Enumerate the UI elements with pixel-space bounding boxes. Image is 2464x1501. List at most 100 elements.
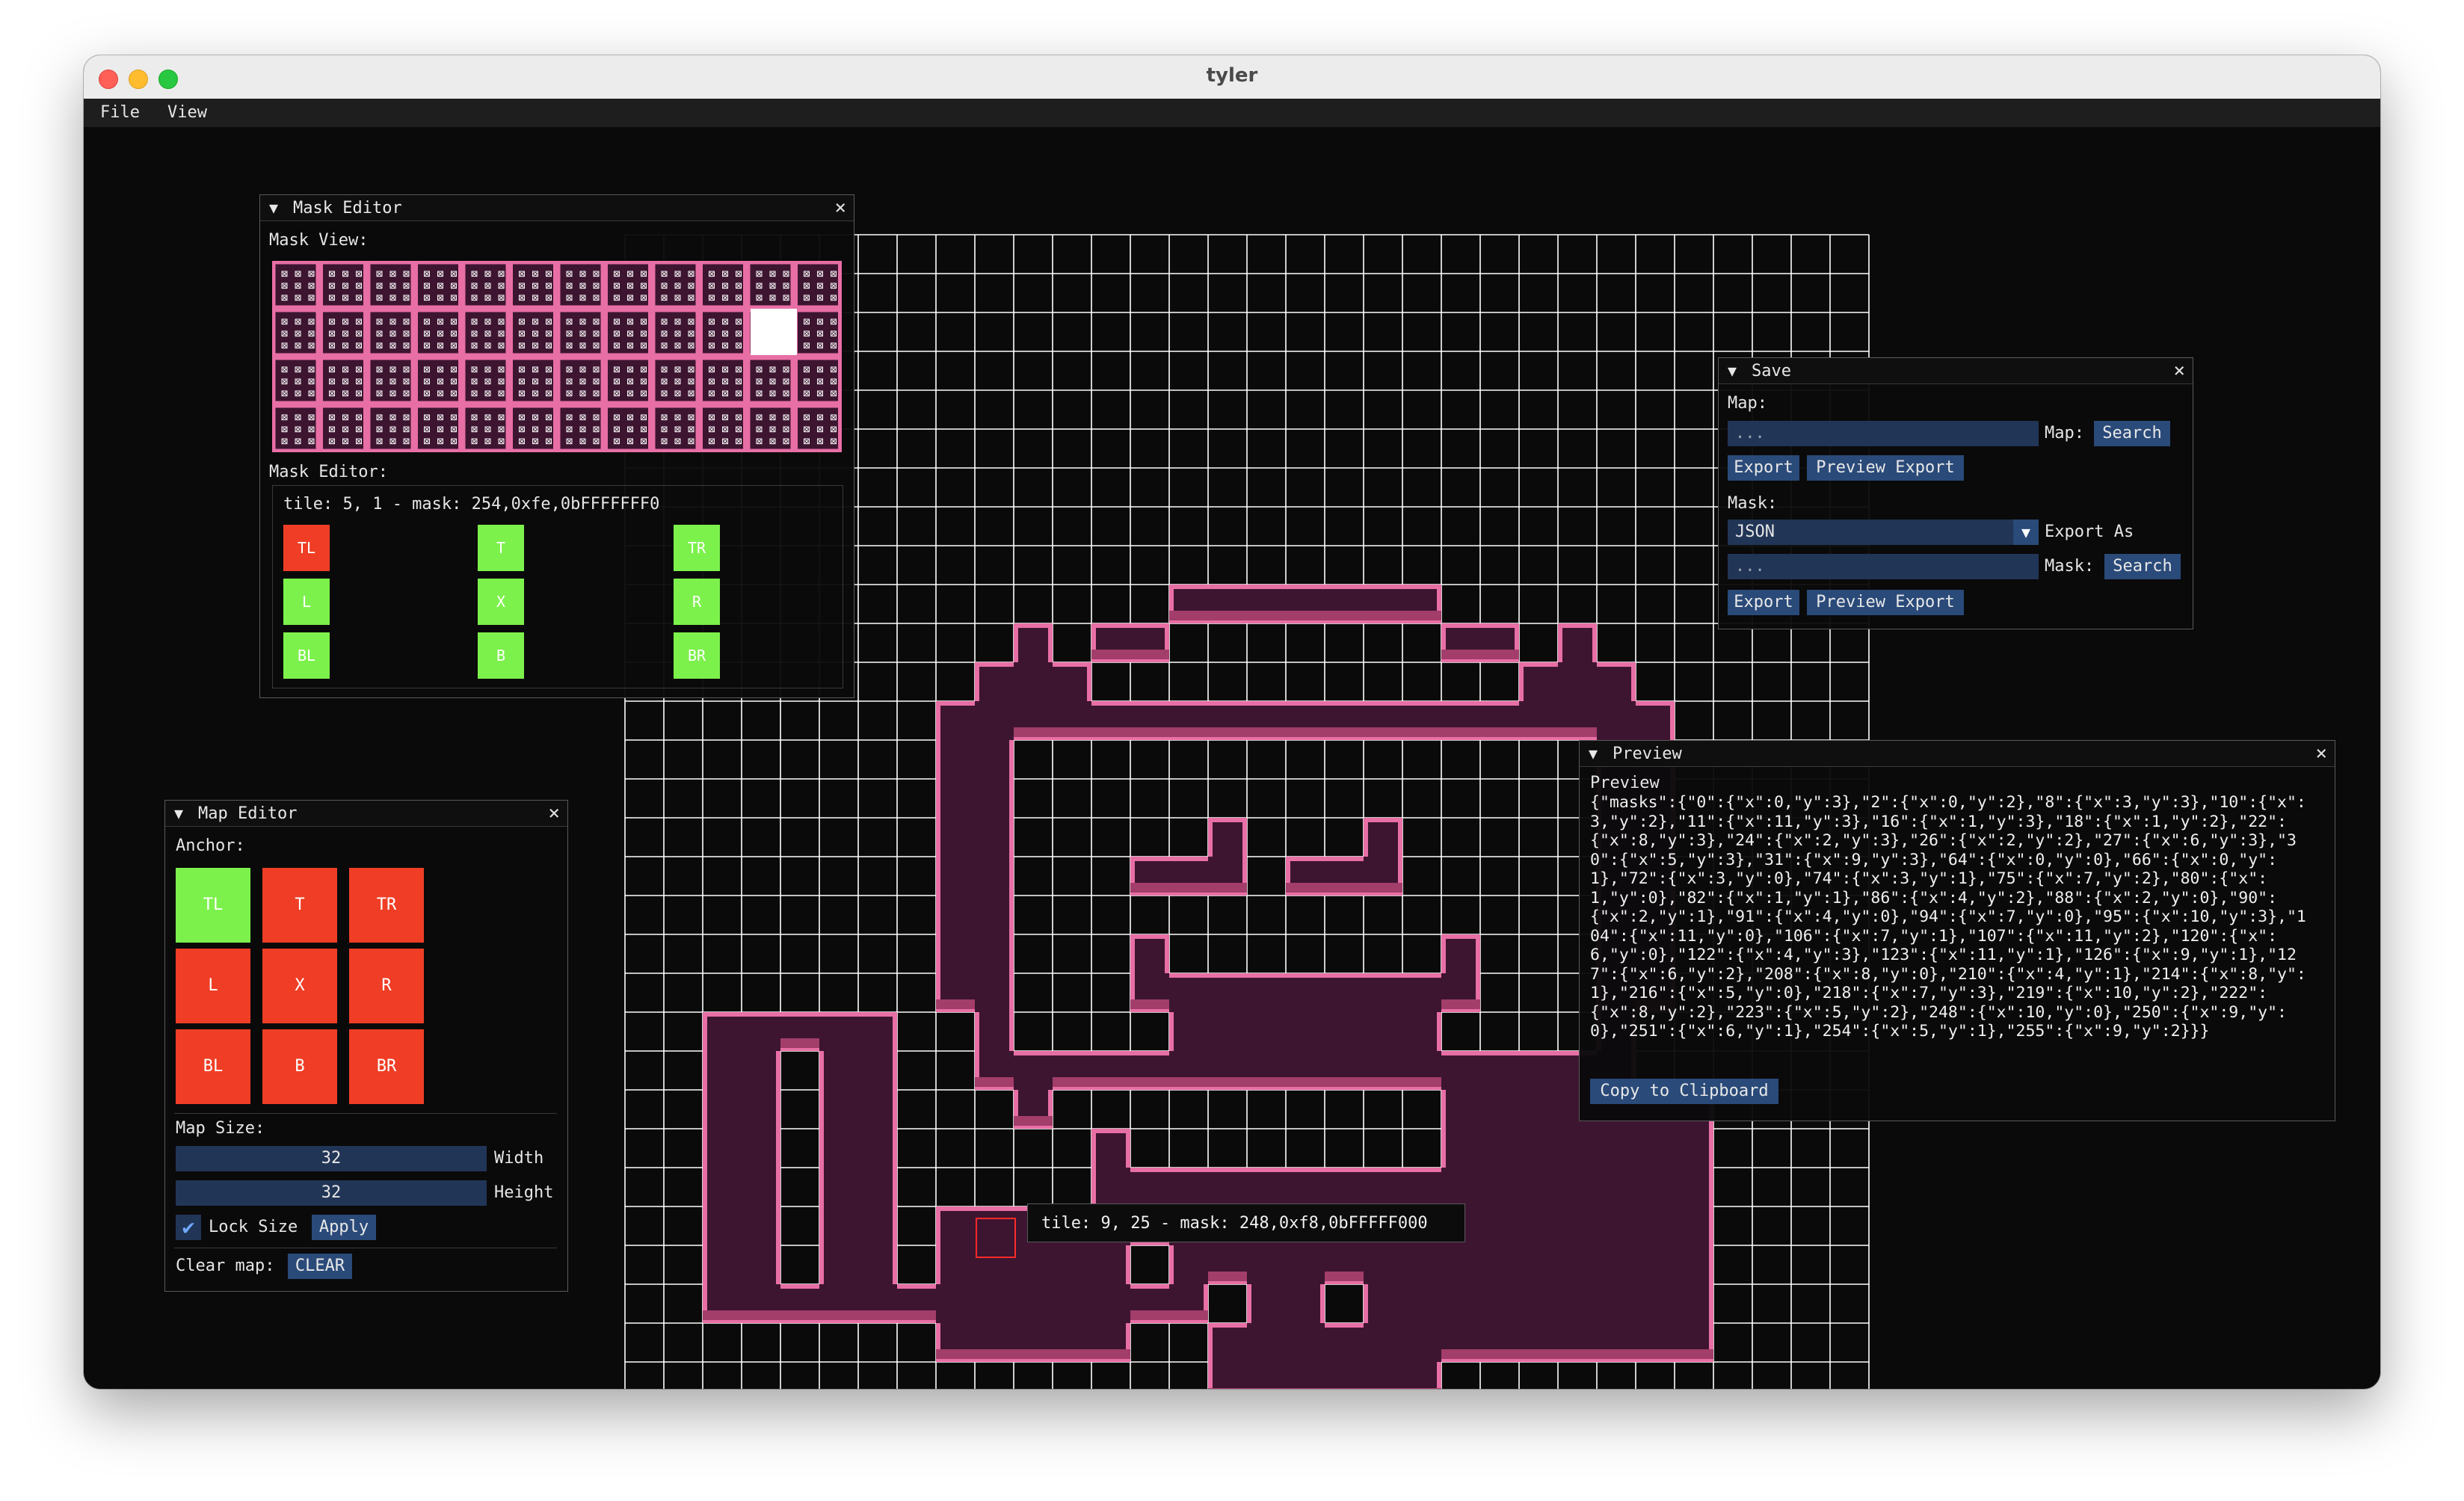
tileset-cell[interactable]: ⊠⊠⊠⊠⊠⊠⊠⊠⊠: [699, 261, 747, 309]
mask-button-x[interactable]: X: [478, 579, 524, 625]
tileset-cell[interactable]: ⊠⊠⊠⊠⊠⊠⊠⊠⊠: [414, 356, 462, 405]
tileset-cell[interactable]: ⊠⊠⊠⊠⊠⊠⊠⊠⊠: [366, 308, 415, 357]
tileset-cell[interactable]: ⊠⊠⊠⊠⊠⊠⊠⊠⊠: [319, 261, 367, 309]
tileset-cell[interactable]: ⊠⊠⊠⊠⊠⊠⊠⊠⊠: [461, 356, 510, 405]
mask-button-r[interactable]: R: [674, 579, 720, 625]
tileset-cell[interactable]: ⊠⊠⊠⊠⊠⊠⊠⊠⊠: [509, 356, 557, 405]
mask-view-tileset[interactable]: ⊠ ⊠ ⊠ ⊠ ⊠ ⊠ ⊠ ⊠ ⊠ ⊠ ⊠ ⊠ ⊠ ⊠ ⊠ ⊠ ⊠ ⊠ ⊠ ⊠ ⊠ ⊠ ⊠ ⊠ ⊠ ⊠ ⊠ ⊠ ⊠ ⊠ ⊠ ⊠ ⊠ ⊠ ⊠ ⊠ ⊠ ⊠ ⊠ ⊠…: [272, 261, 842, 452]
tileset-cell[interactable]: ⊠⊠⊠⊠⊠⊠⊠⊠⊠: [699, 356, 747, 405]
anchor-button-b[interactable]: B: [262, 1029, 337, 1104]
tileset-cell[interactable]: ⊠⊠⊠⊠⊠⊠⊠⊠⊠: [366, 404, 415, 452]
collapse-triangle-icon[interactable]: ▼: [269, 199, 278, 217]
menu-view[interactable]: View: [167, 103, 207, 122]
collapse-triangle-icon[interactable]: ▼: [1728, 362, 1737, 380]
tile-hover-tooltip: tile: 9, 25 - mask: 248,0xf8,0bFFFFF000: [1027, 1203, 1465, 1242]
tileset-cell[interactable]: ⊠⊠⊠⊠⊠⊠⊠⊠⊠: [651, 308, 700, 357]
map-editor-header[interactable]: ▼ Map Editor ×: [165, 801, 567, 827]
mask-path-input[interactable]: ...: [1728, 554, 2039, 579]
tileset-cell[interactable]: ⊠⊠⊠⊠⊠⊠⊠⊠⊠: [414, 261, 462, 309]
tileset-cell[interactable]: ⊠⊠⊠⊠⊠⊠⊠⊠⊠: [556, 404, 605, 452]
tileset-cell[interactable]: ⊠⊠⊠⊠⊠⊠⊠⊠⊠: [604, 404, 652, 452]
anchor-button-bl[interactable]: BL: [176, 1029, 250, 1104]
selected-tile-highlight: [751, 309, 797, 355]
tileset-cell[interactable]: ⊠⊠⊠⊠⊠⊠⊠⊠⊠: [509, 404, 557, 452]
map-path-input[interactable]: ...: [1728, 421, 2039, 446]
anchor-button-tr[interactable]: TR: [349, 868, 424, 943]
tileset-cell[interactable]: ⊠⊠⊠⊠⊠⊠⊠⊠⊠: [746, 261, 795, 309]
tileset-cell[interactable]: ⊠⊠⊠⊠⊠⊠⊠⊠⊠: [509, 261, 557, 309]
preview-header[interactable]: ▼ Preview ×: [1580, 741, 2335, 767]
mask-button-br[interactable]: BR: [674, 632, 720, 679]
tileset-cell[interactable]: ⊠⊠⊠⊠⊠⊠⊠⊠⊠: [651, 404, 700, 452]
tileset-cell[interactable]: ⊠⊠⊠⊠⊠⊠⊠⊠⊠: [794, 356, 842, 405]
map-export-button[interactable]: Export: [1728, 455, 1799, 481]
close-icon[interactable]: ×: [548, 802, 560, 825]
tileset-cell[interactable]: ⊠⊠⊠⊠⊠⊠⊠⊠⊠: [604, 308, 652, 357]
tileset-cell[interactable]: ⊠⊠⊠⊠⊠⊠⊠⊠⊠: [272, 356, 320, 405]
save-header[interactable]: ▼ Save ×: [1719, 358, 2193, 384]
mask-button-b[interactable]: B: [478, 632, 524, 679]
tileset-cell[interactable]: ⊠⊠⊠⊠⊠⊠⊠⊠⊠: [461, 261, 510, 309]
map-height-input[interactable]: 32: [176, 1180, 487, 1206]
tileset-cell[interactable]: ⊠⊠⊠⊠⊠⊠⊠⊠⊠: [604, 261, 652, 309]
tileset-cell[interactable]: ⊠⊠⊠⊠⊠⊠⊠⊠⊠: [366, 261, 415, 309]
map-tile: [1286, 857, 1325, 896]
collapse-triangle-icon[interactable]: ▼: [174, 804, 183, 822]
tileset-cell[interactable]: ⊠⊠⊠⊠⊠⊠⊠⊠⊠: [794, 261, 842, 309]
map-search-button[interactable]: Search: [2094, 421, 2170, 446]
svg-text:⊠: ⊠: [389, 339, 396, 352]
tileset-cell[interactable]: ⊠⊠⊠⊠⊠⊠⊠⊠⊠: [699, 404, 747, 452]
tileset-cell[interactable]: ⊠⊠⊠⊠⊠⊠⊠⊠⊠: [319, 356, 367, 405]
mask-button-t[interactable]: T: [478, 525, 524, 571]
anchor-button-x[interactable]: X: [262, 949, 337, 1023]
anchor-button-t[interactable]: T: [262, 868, 337, 943]
menu-file[interactable]: File: [100, 103, 140, 122]
copy-to-clipboard-button[interactable]: Copy to Clipboard: [1590, 1079, 1778, 1104]
mask-preview-export-button[interactable]: Preview Export: [1807, 590, 1964, 615]
tileset-cell[interactable]: ⊠⊠⊠⊠⊠⊠⊠⊠⊠: [272, 404, 320, 452]
tileset-cell[interactable]: ⊠⊠⊠⊠⊠⊠⊠⊠⊠: [556, 356, 605, 405]
mask-export-button[interactable]: Export: [1728, 590, 1799, 615]
mask-search-button[interactable]: Search: [2104, 554, 2181, 579]
tileset-cell[interactable]: ⊠⊠⊠⊠⊠⊠⊠⊠⊠: [414, 404, 462, 452]
tileset-cell[interactable]: ⊠⊠⊠⊠⊠⊠⊠⊠⊠: [651, 356, 700, 405]
chevron-down-icon[interactable]: ▼: [2013, 520, 2039, 545]
tileset-cell[interactable]: ⊠⊠⊠⊠⊠⊠⊠⊠⊠: [414, 308, 462, 357]
anchor-button-br[interactable]: BR: [349, 1029, 424, 1104]
mask-button-tl[interactable]: TL: [283, 525, 330, 571]
tileset-cell[interactable]: ⊠⊠⊠⊠⊠⊠⊠⊠⊠: [746, 404, 795, 452]
tileset-cell[interactable]: ⊠⊠⊠⊠⊠⊠⊠⊠⊠: [272, 261, 320, 309]
tileset-cell[interactable]: ⊠⊠⊠⊠⊠⊠⊠⊠⊠: [319, 308, 367, 357]
tileset-cell[interactable]: ⊠⊠⊠⊠⊠⊠⊠⊠⊠: [746, 356, 795, 405]
tileset-cell[interactable]: ⊠⊠⊠⊠⊠⊠⊠⊠⊠: [461, 308, 510, 357]
tileset-cell[interactable]: ⊠⊠⊠⊠⊠⊠⊠⊠⊠: [461, 404, 510, 452]
tileset-cell[interactable]: ⊠⊠⊠⊠⊠⊠⊠⊠⊠: [604, 356, 652, 405]
anchor-button-l[interactable]: L: [176, 949, 250, 1023]
tileset-cell[interactable]: ⊠⊠⊠⊠⊠⊠⊠⊠⊠: [272, 308, 320, 357]
lock-size-checkbox[interactable]: ✔: [176, 1215, 201, 1240]
mask-button-bl[interactable]: BL: [283, 632, 330, 679]
collapse-triangle-icon[interactable]: ▼: [1589, 745, 1598, 762]
close-icon[interactable]: ×: [834, 197, 846, 219]
tileset-cell[interactable]: ⊠⊠⊠⊠⊠⊠⊠⊠⊠: [794, 404, 842, 452]
mask-button-l[interactable]: L: [283, 579, 330, 625]
tileset-cell[interactable]: ⊠⊠⊠⊠⊠⊠⊠⊠⊠: [556, 261, 605, 309]
tileset-cell[interactable]: ⊠⊠⊠⊠⊠⊠⊠⊠⊠: [794, 308, 842, 357]
mask-button-tr[interactable]: TR: [674, 525, 720, 571]
clear-map-button[interactable]: CLEAR: [288, 1254, 352, 1279]
tileset-cell[interactable]: ⊠⊠⊠⊠⊠⊠⊠⊠⊠: [509, 308, 557, 357]
tileset-cell[interactable]: ⊠⊠⊠⊠⊠⊠⊠⊠⊠: [699, 308, 747, 357]
tileset-cell[interactable]: ⊠⊠⊠⊠⊠⊠⊠⊠⊠: [556, 308, 605, 357]
close-icon[interactable]: ×: [2173, 360, 2185, 382]
tileset-cell[interactable]: ⊠⊠⊠⊠⊠⊠⊠⊠⊠: [319, 404, 367, 452]
anchor-button-tl[interactable]: TL: [176, 868, 250, 943]
export-format-select[interactable]: JSON ▼: [1728, 520, 2039, 545]
apply-size-button[interactable]: Apply: [312, 1215, 376, 1240]
tileset-cell[interactable]: ⊠⊠⊠⊠⊠⊠⊠⊠⊠: [651, 261, 700, 309]
map-width-input[interactable]: 32: [176, 1146, 487, 1171]
close-icon[interactable]: ×: [2315, 742, 2327, 765]
tileset-cell[interactable]: ⊠⊠⊠⊠⊠⊠⊠⊠⊠: [366, 356, 415, 405]
mask-editor-header[interactable]: ▼ Mask Editor ×: [260, 195, 854, 221]
anchor-button-r[interactable]: R: [349, 949, 424, 1023]
map-preview-export-button[interactable]: Preview Export: [1807, 455, 1964, 481]
